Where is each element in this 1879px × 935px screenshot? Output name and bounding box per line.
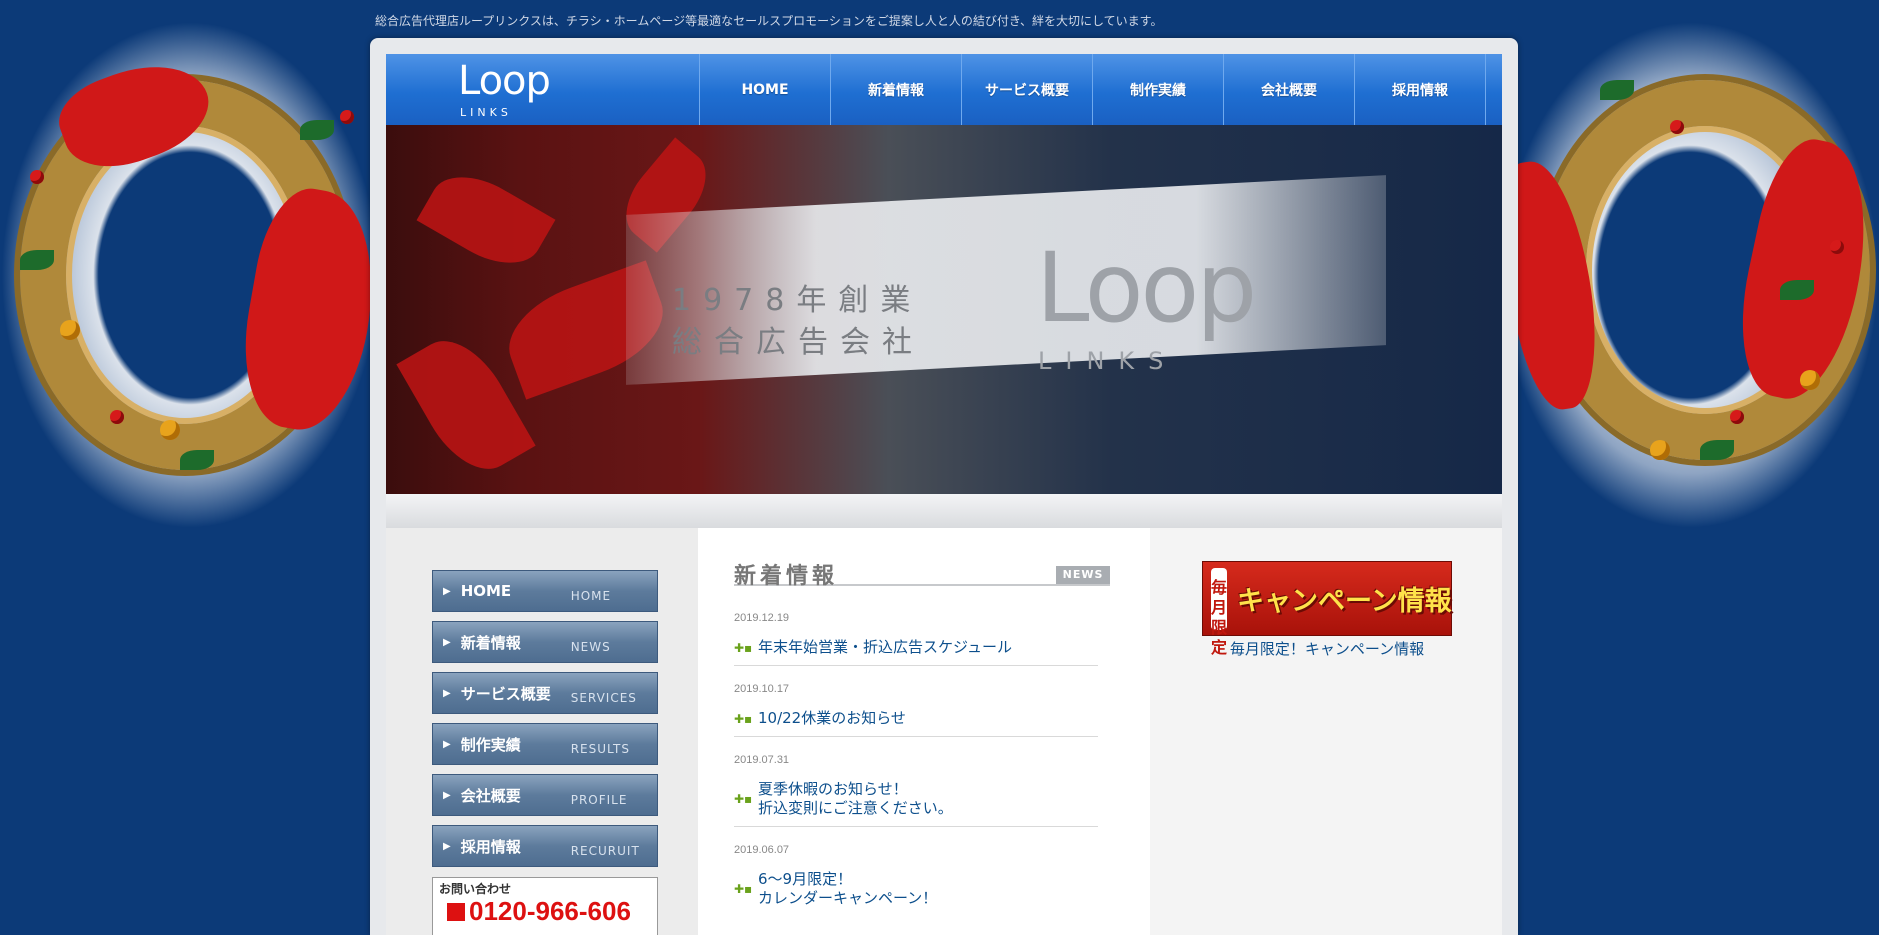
- campaign-badge: 毎月 限定: [1211, 567, 1228, 657]
- wreath-decoration-left: [0, 20, 390, 530]
- sidebar-item-recruit[interactable]: ▶ 採用情報 RECURUIT: [432, 825, 658, 867]
- header-bar: Loop LINKS HOME 新着情報 サービス概要 制作実績 会社概要 採用…: [386, 54, 1502, 125]
- news-item: 2019.10.17 ✚▪ 10/22休業のお知らせ: [734, 683, 1098, 737]
- sidebar-item-sublabel: RECURUIT: [570, 844, 640, 858]
- campaign-banner-text: キャンペーン情報: [1237, 586, 1452, 617]
- news-separator: [734, 826, 1098, 827]
- nav-profile[interactable]: 会社概要: [1224, 54, 1355, 125]
- global-nav: HOME 新着情報 サービス概要 制作実績 会社概要 採用情報: [700, 54, 1486, 125]
- news-date: 2019.07.31: [734, 754, 790, 766]
- news-date: 2019.06.07: [734, 844, 790, 856]
- news-link[interactable]: ✚▪ 6～9月限定！ カレンダーキャンペーン！: [734, 870, 1098, 908]
- sidebar-item-results[interactable]: ▶ 制作実績 RESULTS: [432, 723, 658, 765]
- news-date: 2019.10.17: [734, 683, 790, 695]
- news-separator: [734, 665, 1098, 666]
- news-title: 年末年始営業・折込広告スケジュール: [758, 638, 1012, 656]
- sidebar-item-news[interactable]: ▶ 新着情報 NEWS: [432, 621, 658, 663]
- phone-icon: [447, 903, 465, 921]
- bullet-icon: ✚▪: [734, 882, 753, 896]
- sidebar-item-services[interactable]: ▶ サービス概要 SERVICES: [432, 672, 658, 714]
- news-link[interactable]: ✚▪ 夏季休暇のお知らせ！ 折込変則にご注意ください。: [734, 780, 1098, 818]
- nav-home[interactable]: HOME: [700, 54, 831, 125]
- sidebar-item-home[interactable]: ▶ HOME HOME: [432, 570, 658, 612]
- hero-banner: 1978年創業 総合広告会社 Loop LINKS: [386, 125, 1502, 494]
- play-arrow-icon: ▶: [443, 687, 451, 699]
- play-arrow-icon: ▶: [443, 840, 451, 852]
- bullet-icon: ✚▪: [734, 792, 753, 806]
- bullet-icon: ✚▪: [734, 640, 753, 655]
- sidebar-item-sublabel: PROFILE: [570, 793, 628, 807]
- sidebar-item-label: 新着情報: [460, 633, 521, 652]
- sidebar-item-sublabel: HOME: [570, 589, 612, 603]
- news-date: 2019.12.19: [734, 612, 790, 624]
- campaign-link[interactable]: 毎月限定！キャンペーン情報: [1202, 638, 1452, 659]
- news-item: 2019.07.31 ✚▪ 夏季休暇のお知らせ！ 折込変則にご注意ください。: [734, 754, 1098, 827]
- sidebar-item-label: 制作実績: [460, 735, 521, 754]
- play-arrow-icon: ▶: [443, 636, 451, 648]
- nav-recruit[interactable]: 採用情報: [1355, 54, 1486, 125]
- news-title: 夏季休暇のお知らせ！ 折込変則にご注意ください。: [758, 780, 953, 817]
- sidebar-item-label: 採用情報: [460, 837, 521, 856]
- campaign-banner[interactable]: 毎月 限定 キャンペーン情報: [1202, 561, 1452, 657]
- news-heading: 新着情報 NEWS: [734, 558, 1110, 589]
- divider-stripe: [386, 494, 1502, 528]
- play-arrow-icon: ▶: [443, 585, 451, 597]
- news-title: 6～9月限定！ カレンダーキャンペーン！: [758, 870, 938, 907]
- news-item: 2019.06.07 ✚▪ 6～9月限定！ カレンダーキャンペーン！: [734, 844, 1098, 908]
- contact-label: お問い合わせ: [439, 882, 512, 896]
- nav-news[interactable]: 新着情報: [831, 54, 962, 125]
- play-arrow-icon: ▶: [443, 738, 451, 750]
- hero-logo: Loop: [1036, 232, 1257, 344]
- news-heading-tag: NEWS: [1056, 566, 1110, 584]
- header-logo[interactable]: Loop LINKS: [386, 54, 700, 125]
- contact-phone-box[interactable]: お問い合わせ 0120-966-606: [432, 877, 658, 935]
- campaign-badge-line1: 毎月: [1211, 577, 1228, 617]
- sidebar-item-sublabel: SERVICES: [570, 691, 637, 705]
- site-tagline: 総合広告代理店ループリンクスは、チラシ・ホームページ等最適なセールスプロモーショ…: [375, 14, 1163, 28]
- nav-results[interactable]: 制作実績: [1093, 54, 1224, 125]
- hero-logo-subtext: LINKS: [1038, 347, 1178, 375]
- sidebar-item-label: サービス概要: [460, 684, 551, 703]
- sidebar-item-sublabel: NEWS: [570, 640, 611, 654]
- news-heading-title: 新着情報: [734, 564, 839, 589]
- sidebar-item-label: 会社概要: [460, 786, 521, 805]
- contact-phone-number: 0120-966-606: [469, 896, 631, 926]
- news-separator: [734, 736, 1098, 737]
- sidebar-item-profile[interactable]: ▶ 会社概要 PROFILE: [432, 774, 658, 816]
- news-title: 10/22休業のお知らせ: [758, 709, 906, 727]
- sidebar-item-sublabel: RESULTS: [570, 742, 631, 756]
- hero-company-text: 総合広告会社: [672, 325, 924, 360]
- wreath-decoration-right: [1492, 20, 1879, 530]
- logo-text: Loop: [458, 58, 551, 104]
- hero-founded-text: 1978年創業: [672, 283, 923, 318]
- sidebar-item-label: HOME: [460, 582, 512, 600]
- bullet-icon: ✚▪: [734, 711, 753, 726]
- play-arrow-icon: ▶: [443, 789, 451, 801]
- news-link[interactable]: ✚▪ 10/22休業のお知らせ: [734, 709, 1098, 728]
- nav-services[interactable]: サービス概要: [962, 54, 1093, 125]
- logo-subtext: LINKS: [460, 106, 512, 119]
- news-item: 2019.12.19 ✚▪ 年末年始営業・折込広告スケジュール: [734, 612, 1098, 666]
- news-link[interactable]: ✚▪ 年末年始営業・折込広告スケジュール: [734, 638, 1098, 657]
